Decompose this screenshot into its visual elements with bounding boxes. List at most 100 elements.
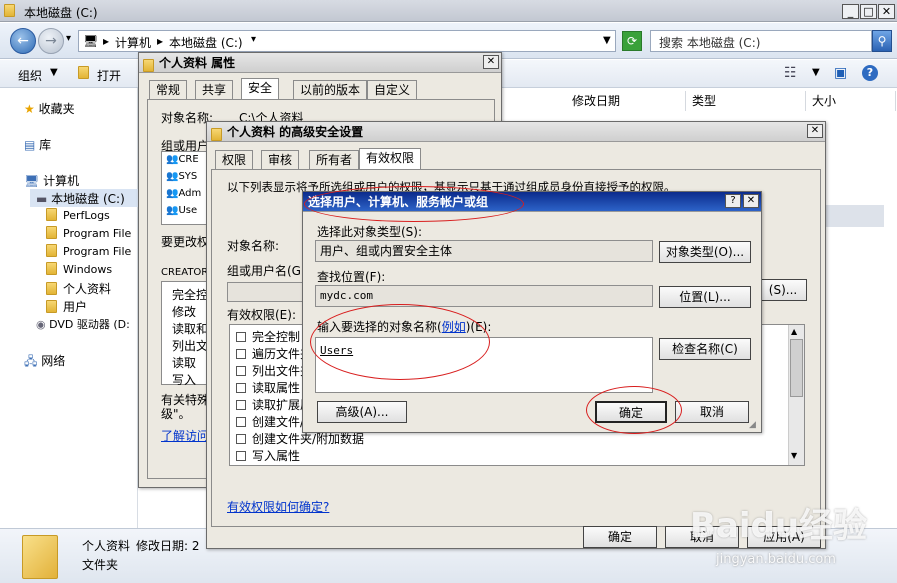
- ok-button[interactable]: 确定: [595, 401, 667, 423]
- breadcrumb-computer[interactable]: 计算机: [115, 34, 151, 51]
- search-input[interactable]: 搜索 本地磁盘 (C:): [650, 30, 872, 52]
- list-item[interactable]: 👥Use: [166, 205, 197, 216]
- checkbox[interactable]: [236, 434, 246, 444]
- tab-auditing[interactable]: 审核: [261, 150, 300, 169]
- tree-item-program-files[interactable]: Program File: [46, 226, 131, 240]
- close-button[interactable]: ✕: [878, 4, 895, 19]
- help-icon[interactable]: ?: [725, 194, 741, 208]
- column-size[interactable]: 大小: [806, 91, 896, 111]
- history-dropdown-icon[interactable]: ▾: [66, 33, 71, 44]
- perm-row[interactable]: 列出文件夹: [236, 362, 312, 379]
- folder-icon: [46, 208, 57, 221]
- folder-icon: [143, 56, 160, 76]
- explorer-title-bar: 本地磁盘 (C:) _ □ ✕: [0, 0, 897, 22]
- organize-chevron-icon[interactable]: ▼: [50, 67, 58, 78]
- title-folder-icon: [4, 4, 21, 18]
- tree-item-dvd[interactable]: ◉ DVD 驱动器 (D:: [36, 316, 130, 332]
- tree-item-network[interactable]: 🖧 网络: [24, 352, 65, 373]
- tab-previous-versions[interactable]: 以前的版本: [293, 80, 368, 99]
- checkbox[interactable]: [236, 349, 246, 359]
- adv-select-button[interactable]: (S)...: [759, 279, 807, 301]
- perm-row[interactable]: 完全控制: [236, 328, 300, 345]
- organize-button[interactable]: 组织: [18, 67, 42, 84]
- help-icon[interactable]: ?: [862, 65, 878, 81]
- maximize-button[interactable]: □: [860, 4, 877, 19]
- list-item[interactable]: 👥SYS: [166, 171, 197, 182]
- tab-permissions[interactable]: 权限: [215, 150, 254, 169]
- tree-item-program-files-x86[interactable]: Program File: [46, 244, 131, 258]
- details-modified: 修改日期: 2: [136, 539, 200, 553]
- tree-item-perflogs[interactable]: PerfLogs: [46, 208, 110, 222]
- checkbox[interactable]: [236, 417, 246, 427]
- props-creator: CREATOR: [161, 267, 209, 278]
- object-names-label: 输入要选择的对象名称(例如)(E):: [317, 320, 492, 334]
- forward-button[interactable]: →: [38, 28, 64, 54]
- adv-howto-link[interactable]: 有效权限如何确定?: [227, 498, 329, 515]
- props-change-perm: 要更改权: [161, 235, 210, 249]
- perm-row[interactable]: 写入属性: [236, 447, 300, 464]
- list-item[interactable]: 👥CRE: [166, 154, 199, 165]
- column-modified[interactable]: 修改日期: [566, 91, 686, 111]
- cancel-button[interactable]: 取消: [675, 401, 749, 423]
- search-icon[interactable]: ⚲: [872, 30, 892, 52]
- tree-item-computer[interactable]: 🖥 计算机: [24, 172, 79, 189]
- tree-item-libraries[interactable]: ▤ 库: [24, 136, 51, 153]
- adv-ok-button[interactable]: 确定: [583, 526, 657, 548]
- perm-row[interactable]: 读取属性: [236, 379, 300, 396]
- checkbox[interactable]: [236, 366, 246, 376]
- resize-grip-icon[interactable]: ◢: [749, 420, 756, 430]
- address-sep-icon: ▸: [157, 34, 164, 48]
- preview-pane-icon[interactable]: ▣: [834, 65, 847, 81]
- tab-security[interactable]: 安全: [241, 78, 280, 99]
- props-perm-list: 完全控 修改 读取和 列出文 读取 写入: [161, 281, 208, 387]
- view-options-icon[interactable]: ☷: [784, 65, 797, 81]
- checkbox[interactable]: [236, 332, 246, 342]
- object-names-input[interactable]: Users: [315, 337, 653, 393]
- close-icon[interactable]: ✕: [807, 124, 823, 138]
- perm-row[interactable]: 创建文件/: [236, 413, 304, 430]
- tree-item-c-drive[interactable]: ▬ 本地磁盘 (C:): [36, 190, 125, 207]
- scrollbar[interactable]: ▲ ▼: [788, 325, 804, 465]
- adv-group-field[interactable]: [227, 282, 307, 302]
- scroll-thumb[interactable]: [790, 339, 803, 397]
- close-icon[interactable]: ✕: [483, 55, 499, 69]
- scroll-up-icon[interactable]: ▲: [791, 327, 797, 336]
- checkbox[interactable]: [236, 400, 246, 410]
- close-icon[interactable]: ✕: [743, 194, 759, 208]
- open-button[interactable]: 打开: [97, 67, 121, 84]
- tree-item-personal[interactable]: 个人资料: [46, 280, 111, 297]
- examples-link[interactable]: 例如: [442, 320, 466, 334]
- address-box[interactable]: 🖥 ▸ 计算机 ▸ 本地磁盘 (C:) ▾ ▼: [78, 30, 616, 52]
- tab-customize[interactable]: 自定义: [367, 80, 418, 99]
- check-names-button[interactable]: 检查名称(C): [659, 338, 751, 360]
- list-item[interactable]: 👥Adm: [166, 188, 201, 199]
- tab-general[interactable]: 常规: [149, 80, 188, 99]
- perm-row[interactable]: 遍历文件夹: [236, 345, 312, 362]
- tree-item-favorites[interactable]: ★ 收藏夹: [24, 100, 75, 117]
- back-button[interactable]: ←: [10, 28, 36, 54]
- navigation-pane: ★ 收藏夹 ▤ 库 🖥 计算机 ▬ 本地磁盘 (C:) PerfLogs Pro…: [0, 88, 138, 528]
- advanced-button[interactable]: 高级(A)...: [317, 401, 407, 423]
- address-dropdown-icon[interactable]: ▼: [603, 35, 611, 46]
- tab-owner[interactable]: 所有者: [309, 150, 360, 169]
- props-learn-link[interactable]: 了解访问: [161, 427, 209, 444]
- computer-small-icon: 🖥: [83, 34, 99, 48]
- tab-sharing[interactable]: 共享: [195, 80, 234, 99]
- scroll-down-icon[interactable]: ▼: [791, 451, 797, 460]
- tab-effective-permissions[interactable]: 有效权限: [359, 148, 422, 169]
- checkbox[interactable]: [236, 451, 246, 461]
- tree-item-windows[interactable]: Windows: [46, 262, 112, 276]
- column-type[interactable]: 类型: [686, 91, 806, 111]
- checkbox[interactable]: [236, 383, 246, 393]
- refresh-icon[interactable]: ⟳: [622, 31, 642, 51]
- object-name-value[interactable]: Users: [320, 344, 353, 357]
- view-chevron-icon[interactable]: ▼: [812, 67, 820, 78]
- object-types-button[interactable]: 对象类型(O)...: [659, 241, 751, 263]
- minimize-button[interactable]: _: [842, 4, 859, 19]
- props-user-list[interactable]: 👥CRE 👥SYS 👥Adm 👥Use: [161, 151, 207, 225]
- locations-button[interactable]: 位置(L)...: [659, 286, 751, 308]
- perm-row[interactable]: 读取扩展属: [236, 396, 312, 413]
- tree-item-users[interactable]: 用户: [46, 298, 87, 315]
- breadcrumb-chevron-icon[interactable]: ▾: [251, 34, 256, 45]
- breadcrumb-drive[interactable]: 本地磁盘 (C:): [169, 34, 243, 51]
